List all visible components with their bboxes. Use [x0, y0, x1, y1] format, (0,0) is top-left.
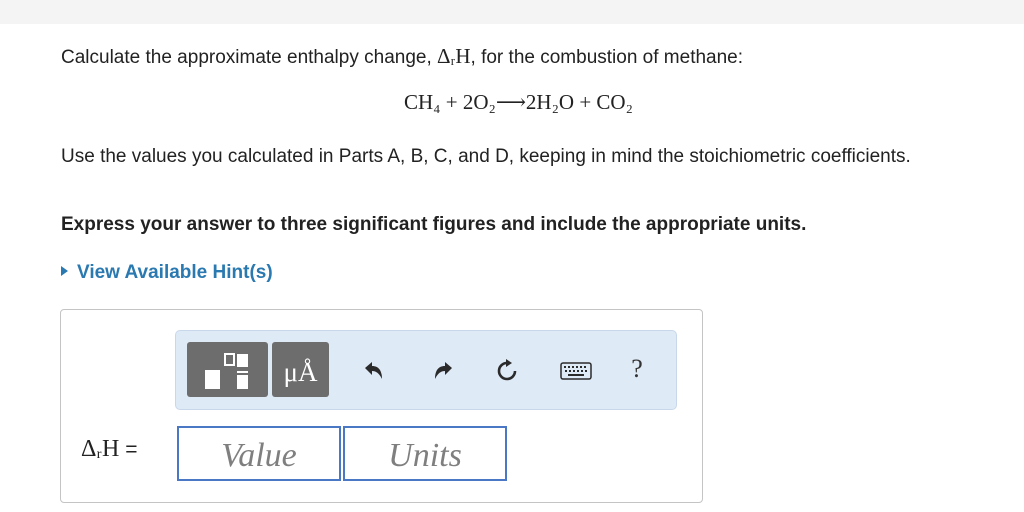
units-mu-icon: μÅ — [283, 357, 318, 387]
instructions-text: Use the values you calculated in Parts A… — [61, 146, 911, 167]
templates-button[interactable] — [187, 342, 268, 397]
keyboard-icon — [560, 362, 592, 380]
answer-box: μÅ ? ΔᵣH = Value Units — [60, 309, 703, 503]
redo-button[interactable] — [430, 359, 456, 383]
units-button[interactable]: μÅ — [272, 342, 329, 397]
question-prefix: Calculate the approximate enthalpy chang… — [61, 47, 438, 68]
math-toolbar: μÅ ? — [175, 330, 677, 410]
help-button[interactable]: ? — [625, 353, 649, 385]
answer-label: ΔᵣH = — [81, 436, 138, 463]
answer-format-instruction: Express your answer to three significant… — [61, 214, 807, 235]
redo-icon — [435, 362, 452, 379]
answer-label-symbol: ΔᵣH — [81, 436, 120, 462]
templates-icon — [205, 353, 248, 389]
undo-icon — [365, 362, 382, 379]
units-placeholder: Units — [388, 437, 462, 474]
reset-button[interactable] — [494, 359, 520, 383]
answer-label-equals: = — [125, 438, 138, 461]
view-hints-link[interactable]: View Available Hint(s) — [61, 262, 273, 284]
help-icon: ? — [631, 354, 643, 383]
keyboard-shortcuts-button[interactable] — [559, 359, 593, 383]
undo-button[interactable] — [361, 359, 387, 383]
question-suffix: , for the combustion of methane: — [470, 47, 744, 68]
top-bar — [0, 0, 1024, 24]
question-symbol: ΔᵣH — [437, 44, 471, 68]
value-input[interactable]: Value — [177, 426, 341, 481]
view-hints-label: View Available Hint(s) — [77, 262, 273, 283]
expand-triangle-icon — [61, 266, 68, 276]
value-placeholder: Value — [221, 437, 297, 474]
question-text: Calculate the approximate enthalpy chang… — [61, 44, 743, 70]
reset-icon — [497, 359, 517, 381]
reaction-equation: CH₄ + 2O₂⟶2H₂O + CO₂ — [404, 90, 633, 114]
units-input[interactable]: Units — [343, 426, 507, 481]
